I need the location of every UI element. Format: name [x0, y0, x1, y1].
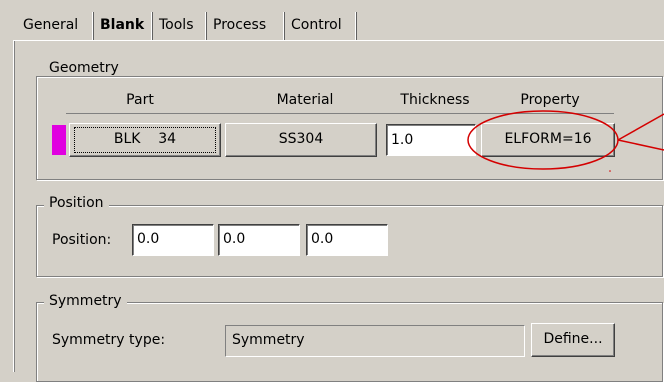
position-group-title: Position [44, 195, 109, 211]
panel-left-edge [13, 40, 15, 372]
thickness-column-header: Thickness [400, 92, 470, 108]
thickness-input[interactable]: 1.0 [386, 124, 476, 156]
property-column-header: Property [520, 92, 580, 108]
material-button[interactable]: SS304 [225, 123, 377, 157]
tab-divider [355, 12, 357, 40]
position-z-input[interactable]: 0.0 [306, 224, 388, 256]
symmetry-group-title: Symmetry [44, 293, 127, 309]
tab-general[interactable]: General [20, 10, 81, 41]
tab-divider [205, 12, 207, 40]
symmetry-type-field: Symmetry [225, 325, 525, 357]
focus-outline [74, 127, 216, 153]
tab-process[interactable]: Process [210, 10, 269, 41]
part-column-header: Part [126, 92, 154, 108]
material-column-header: Material [276, 92, 334, 108]
symmetry-type-label: Symmetry type: [52, 332, 166, 348]
tab-tools[interactable]: Tools [156, 10, 197, 41]
tab-control[interactable]: Control [288, 10, 345, 41]
define-button[interactable]: Define... [531, 323, 615, 357]
position-x-input[interactable]: 0.0 [132, 224, 214, 256]
geometry-group-title: Geometry [44, 60, 124, 76]
tab-divider [151, 12, 153, 40]
position-y-input[interactable]: 0.0 [218, 224, 300, 256]
tab-divider [92, 12, 94, 40]
tab-blank[interactable]: Blank [97, 10, 147, 41]
part-color-swatch [52, 125, 66, 155]
position-label: Position: [52, 232, 112, 248]
tab-divider [283, 12, 285, 40]
property-button[interactable]: ELFORM=16 [481, 123, 615, 157]
header-divider [66, 113, 614, 114]
